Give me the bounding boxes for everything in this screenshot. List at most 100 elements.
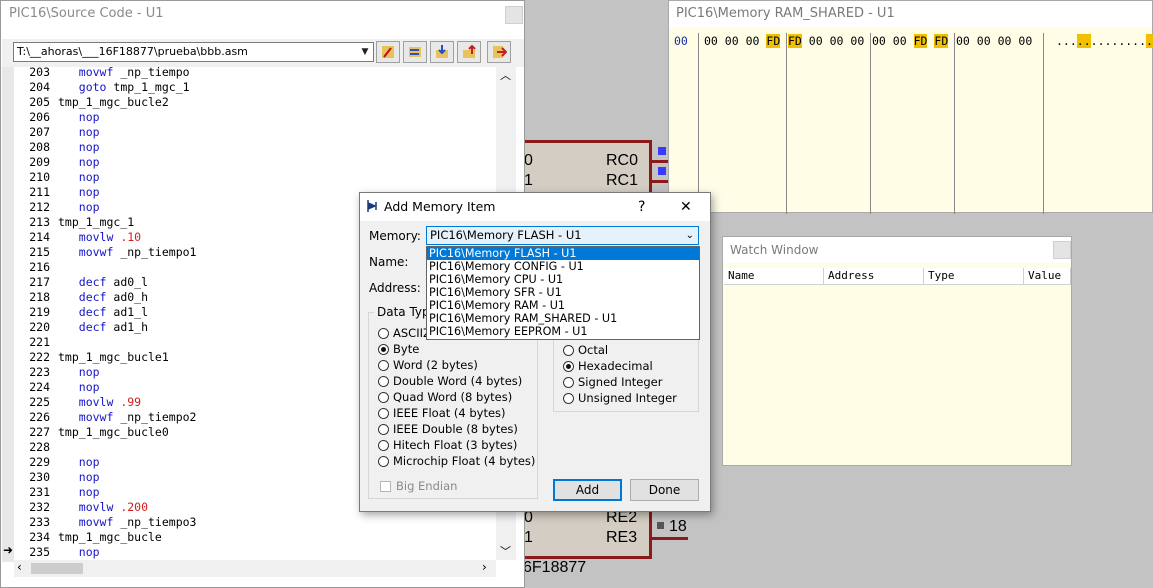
source-horizontal-scrollbar[interactable]: ‹ › xyxy=(14,560,496,577)
watch-col-value[interactable]: Value xyxy=(1024,268,1071,285)
data-type-radio[interactable]: IEEE Double (8 bytes) xyxy=(378,421,535,437)
memory-byte[interactable]: 00 xyxy=(725,34,739,48)
memory-byte[interactable]: 00 xyxy=(977,34,991,48)
close-icon[interactable]: ✕ xyxy=(680,193,692,221)
memory-option[interactable]: PIC16\Memory EEPROM - U1 xyxy=(427,325,699,338)
radio-circle[interactable] xyxy=(378,423,389,435)
memory-window[interactable]: PIC16\Memory RAM_SHARED - U1 00 00 00 00… xyxy=(668,0,1153,214)
watch-col-name[interactable]: Name xyxy=(724,268,824,285)
memory-title-bar[interactable]: PIC16\Memory RAM_SHARED - U1 xyxy=(669,1,1152,27)
code-line[interactable]: 235 nop xyxy=(14,545,496,560)
step-out-button[interactable] xyxy=(457,41,481,63)
memory-byte[interactable]: 00 xyxy=(830,34,844,48)
watch-title-bar[interactable]: Watch Window xyxy=(723,237,1071,263)
watch-window[interactable]: Watch Window Name Address Type Value xyxy=(722,236,1072,466)
data-type-radio[interactable]: Byte xyxy=(378,341,535,357)
format-radio[interactable]: Hexadecimal xyxy=(563,358,677,374)
radio-circle[interactable] xyxy=(563,344,574,356)
chevron-down-icon[interactable]: ▼ xyxy=(358,43,372,61)
code-mnemonic: nop xyxy=(78,170,100,184)
help-button[interactable]: ? xyxy=(638,193,645,221)
scroll-thumb[interactable] xyxy=(31,563,83,574)
line-number: 217 xyxy=(29,275,50,289)
data-type-radio[interactable]: Quad Word (8 bytes) xyxy=(378,389,535,405)
memory-byte[interactable]: FD xyxy=(788,34,802,48)
watch-col-type[interactable]: Type xyxy=(924,268,1024,285)
memory-option[interactable]: PIC16\Memory FLASH - U1 xyxy=(427,247,699,260)
radio-circle[interactable] xyxy=(563,360,574,372)
format-radio[interactable]: Octal xyxy=(563,342,677,358)
add-button[interactable]: Add xyxy=(553,479,622,501)
memory-byte[interactable]: 00 xyxy=(809,34,823,48)
data-type-radio[interactable]: Hitech Float (3 bytes) xyxy=(378,437,535,453)
format-radio[interactable]: Signed Integer xyxy=(563,374,677,390)
code-line[interactable]: 203 movwf _np_tiempo xyxy=(14,65,496,80)
run-to-cursor-button[interactable] xyxy=(376,41,400,63)
chevron-down-icon[interactable]: ⌄ xyxy=(686,227,694,244)
source-close-button[interactable] xyxy=(505,6,523,24)
memory-byte[interactable]: 00 xyxy=(872,34,886,48)
radio-circle[interactable] xyxy=(378,375,389,387)
memory-byte[interactable]: FD xyxy=(913,34,928,48)
add-memory-item-dialog[interactable]: Add Memory Item ? ✕ Memory: Name: Addres… xyxy=(359,192,711,512)
code-line[interactable]: 210 nop xyxy=(14,170,496,185)
code-line[interactable]: 207 nop xyxy=(14,125,496,140)
radio-circle[interactable] xyxy=(378,407,389,419)
code-line[interactable]: 208 nop xyxy=(14,140,496,155)
code-line[interactable]: 204 goto tmp_1_mgc_1 xyxy=(14,80,496,95)
memory-byte[interactable]: 00 xyxy=(704,34,718,48)
done-button[interactable]: Done xyxy=(630,479,699,501)
memory-byte[interactable]: FD xyxy=(766,34,781,48)
radio-circle[interactable] xyxy=(378,439,389,451)
memory-option[interactable]: PIC16\Memory RAM_SHARED - U1 xyxy=(427,312,699,325)
memory-option[interactable]: PIC16\Memory SFR - U1 xyxy=(427,286,699,299)
memory-option[interactable]: PIC16\Memory RAM - U1 xyxy=(427,299,699,312)
memory-byte[interactable]: 00 xyxy=(893,34,907,48)
memory-byte[interactable]: 00 xyxy=(998,34,1012,48)
big-endian-checkbox[interactable]: Big Endian xyxy=(380,478,457,494)
code-line[interactable]: 233 movwf _np_tiempo3 xyxy=(14,515,496,530)
memory-bytes[interactable]: 00 00 00 FD FD 00 00 00 00 00 FD FD 00 00 0… xyxy=(704,33,1040,49)
memory-option[interactable]: PIC16\Memory CPU - U1 xyxy=(427,273,699,286)
scroll-right-icon[interactable]: › xyxy=(482,560,487,574)
radio-circle[interactable] xyxy=(378,359,389,371)
goto-button[interactable] xyxy=(487,41,511,63)
radio-circle[interactable] xyxy=(563,376,574,388)
memory-byte[interactable]: 00 xyxy=(746,34,760,48)
radio-circle[interactable] xyxy=(378,343,389,355)
scroll-up-icon[interactable]: ︿ xyxy=(500,67,511,83)
data-type-radio[interactable]: Word (2 bytes) xyxy=(378,357,535,373)
code-operand: ad1_h xyxy=(106,320,149,334)
format-radio[interactable]: Unsigned Integer xyxy=(563,390,677,406)
scroll-down-icon[interactable]: ﹀ xyxy=(500,543,511,559)
source-file-combo[interactable]: T:\__ahoras\___16F18877\prueba\bbb.asm ▼ xyxy=(13,42,374,62)
checkbox-box[interactable] xyxy=(380,480,391,492)
code-line[interactable]: 206 nop xyxy=(14,110,496,125)
code-line[interactable]: 234 tmp_1_mgc_bucle xyxy=(14,530,496,545)
watch-close-button[interactable] xyxy=(1053,241,1071,259)
watch-col-address[interactable]: Address xyxy=(824,268,924,285)
code-line[interactable]: 205 tmp_1_mgc_bucle2 xyxy=(14,95,496,110)
data-type-radio[interactable]: IEEE Float (4 bytes) xyxy=(378,405,535,421)
step-over-button[interactable] xyxy=(403,41,427,63)
radio-circle[interactable] xyxy=(378,391,389,403)
code-line[interactable]: 209 nop xyxy=(14,155,496,170)
radio-circle[interactable] xyxy=(378,455,389,467)
radio-circle[interactable] xyxy=(378,327,389,339)
memory-byte[interactable]: 00 xyxy=(956,34,970,48)
memory-select[interactable]: PIC16\Memory FLASH - U1 ⌄ xyxy=(426,226,699,245)
memory-option[interactable]: PIC16\Memory CONFIG - U1 xyxy=(427,260,699,273)
dialog-title-bar[interactable]: Add Memory Item ? ✕ xyxy=(360,193,710,221)
memory-byte[interactable]: 00 xyxy=(1018,34,1032,48)
data-type-radio[interactable]: Double Word (4 bytes) xyxy=(378,373,535,389)
step-into-button[interactable] xyxy=(430,41,454,63)
memory-byte[interactable]: FD xyxy=(934,34,949,48)
source-gutter[interactable] xyxy=(2,67,14,562)
memory-byte[interactable]: 00 xyxy=(850,34,864,48)
data-type-radio[interactable]: Microchip Float (4 bytes) xyxy=(378,453,535,469)
source-title-bar[interactable]: PIC16\Source Code - U1 xyxy=(1,1,524,29)
radio-circle[interactable] xyxy=(563,392,574,404)
scroll-left-icon[interactable]: ‹ xyxy=(17,560,22,574)
memory-ascii[interactable]: ............... xyxy=(1056,33,1153,49)
memory-dropdown-list[interactable]: PIC16\Memory FLASH - U1 PIC16\Memory CONF… xyxy=(426,246,700,340)
